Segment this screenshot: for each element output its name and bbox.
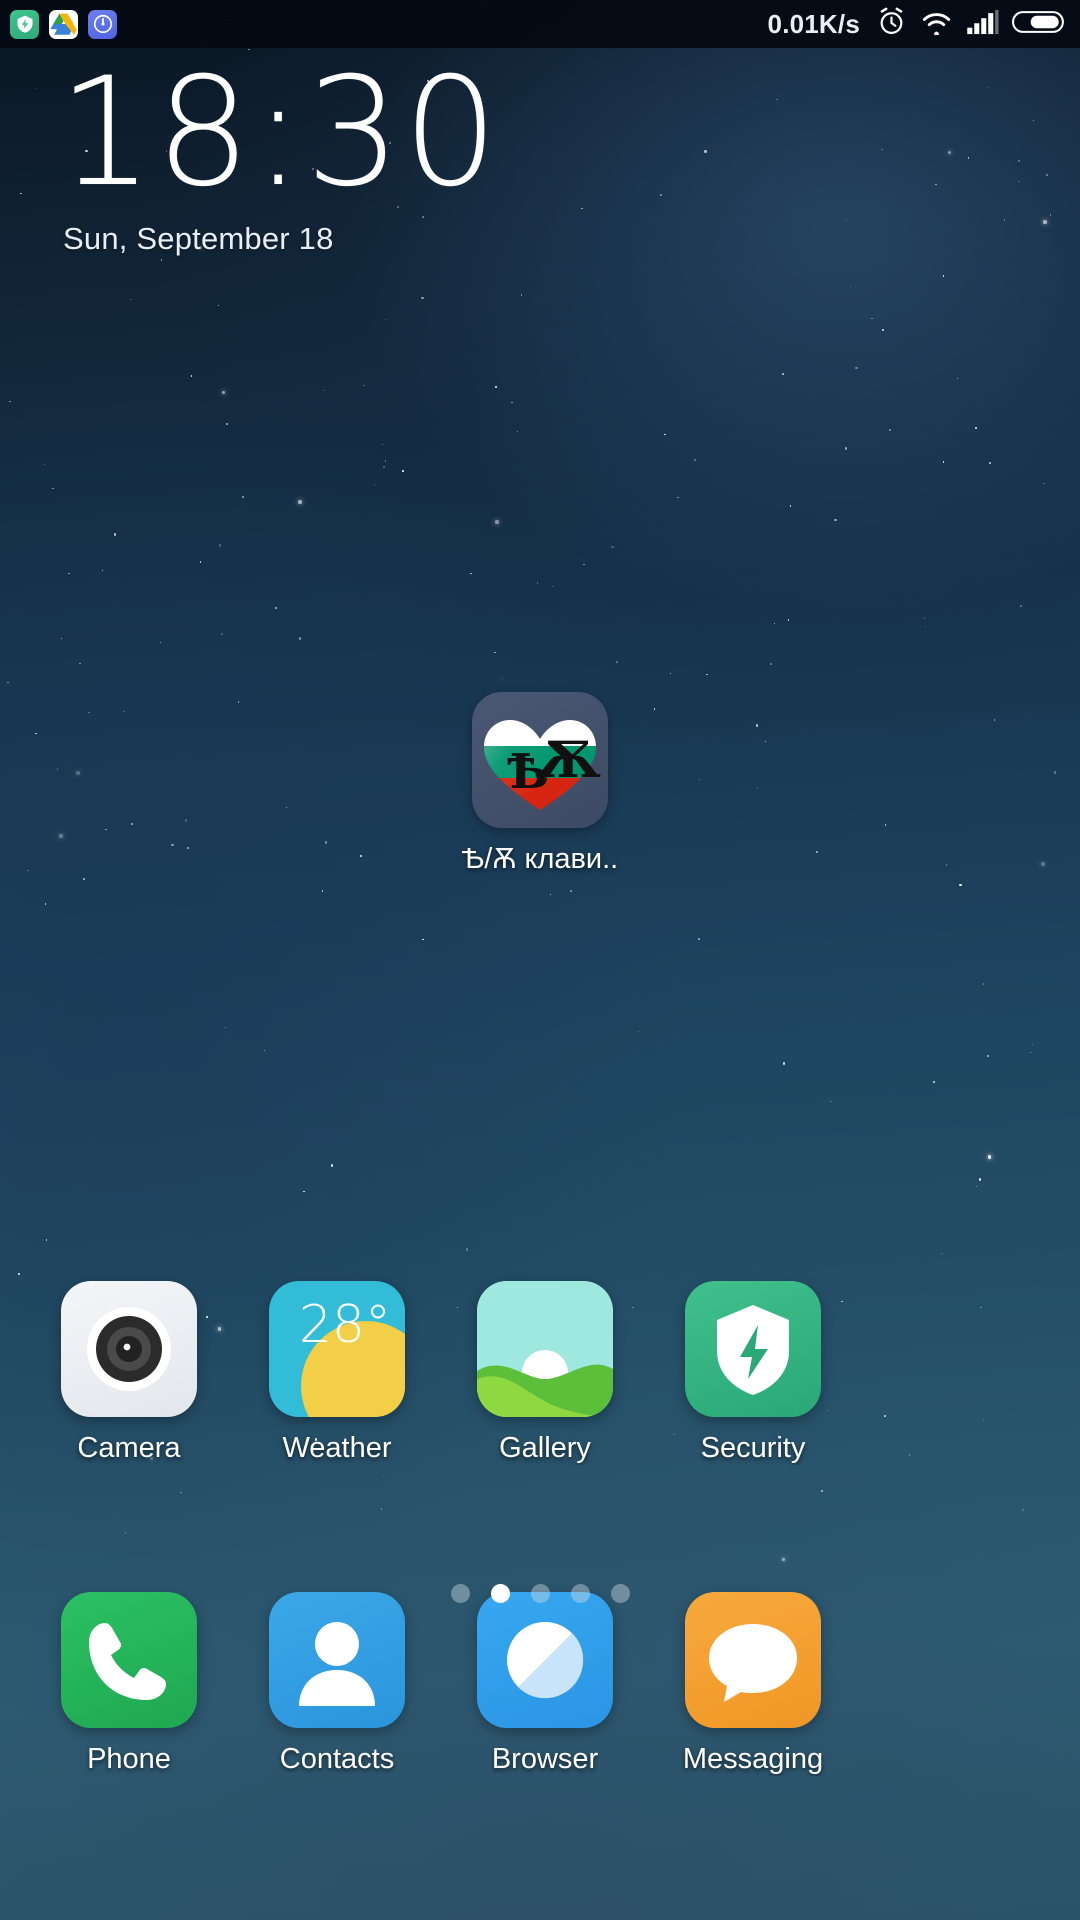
page-dot-1[interactable] [450,1584,470,1603]
status-bar-system-icons[interactable]: 0.01K/s [768,6,1066,42]
bulgarian-flag-heart-icon[interactable]: Ѣ Ѫ [472,692,608,828]
app-camera[interactable]: Camera [39,1281,219,1465]
clock-time: 18:30 [58,46,501,220]
status-bar-notifications[interactable] [10,9,117,39]
app-security[interactable]: Security [663,1281,843,1465]
weather-temperature: 28° [298,1295,391,1355]
battery-icon [1012,9,1066,40]
app-label: Gallery [499,1432,591,1464]
app-label: Contacts [279,1743,395,1775]
app-contacts[interactable]: Contacts [247,1592,427,1776]
status-bar[interactable]: 0.01K/s [0,0,1080,48]
speech-bubble-icon[interactable] [685,1592,821,1728]
app-messaging[interactable]: Messaging [663,1592,843,1776]
app-label: Phone [87,1743,171,1775]
app-label: Camera [77,1432,181,1464]
phone-handset-icon[interactable] [61,1592,197,1728]
speed-test-icon[interactable] [88,9,117,39]
alarm-clock-icon [876,6,907,42]
weather-sun-icon[interactable]: 28° [269,1281,405,1417]
page-dot-3[interactable] [530,1584,550,1603]
security-app-icon[interactable] [10,9,39,39]
gallery-landscape-icon[interactable] [477,1281,613,1417]
browser-compass-icon[interactable] [477,1592,613,1728]
app-label: Security [700,1432,806,1464]
app-label: Messaging [682,1743,824,1775]
page-dot-5[interactable] [610,1584,630,1603]
person-silhouette-icon[interactable] [269,1592,405,1728]
svg-text:Ѫ: Ѫ [535,730,601,789]
app-label: Weather [282,1432,392,1464]
shield-bolt-icon[interactable] [685,1281,821,1417]
app-browser[interactable]: Browser [455,1592,635,1776]
cellular-signal-icon [966,9,999,40]
app-bulgarian-keyboard[interactable]: Ѣ Ѫ Ѣ/Ѫ клави.. [450,692,630,876]
page-indicator[interactable] [0,1584,1080,1603]
app-label: Ѣ/Ѫ клави.. [461,843,619,875]
app-label: Browser [491,1743,599,1775]
network-speed-text: 0.01K/s [767,8,860,39]
app-weather[interactable]: 28° Weather [247,1281,427,1465]
clock-widget[interactable]: 18:30 Sun, September 18 [58,46,501,257]
wifi-icon [920,9,953,40]
app-gallery[interactable]: Gallery [455,1281,635,1465]
camera-lens-icon[interactable] [61,1281,197,1417]
page-dot-2[interactable] [490,1584,510,1603]
google-drive-icon[interactable] [49,9,78,39]
page-dot-4[interactable] [570,1584,590,1603]
clock-date: Sun, September 18 [63,220,334,256]
app-phone[interactable]: Phone [39,1592,219,1776]
